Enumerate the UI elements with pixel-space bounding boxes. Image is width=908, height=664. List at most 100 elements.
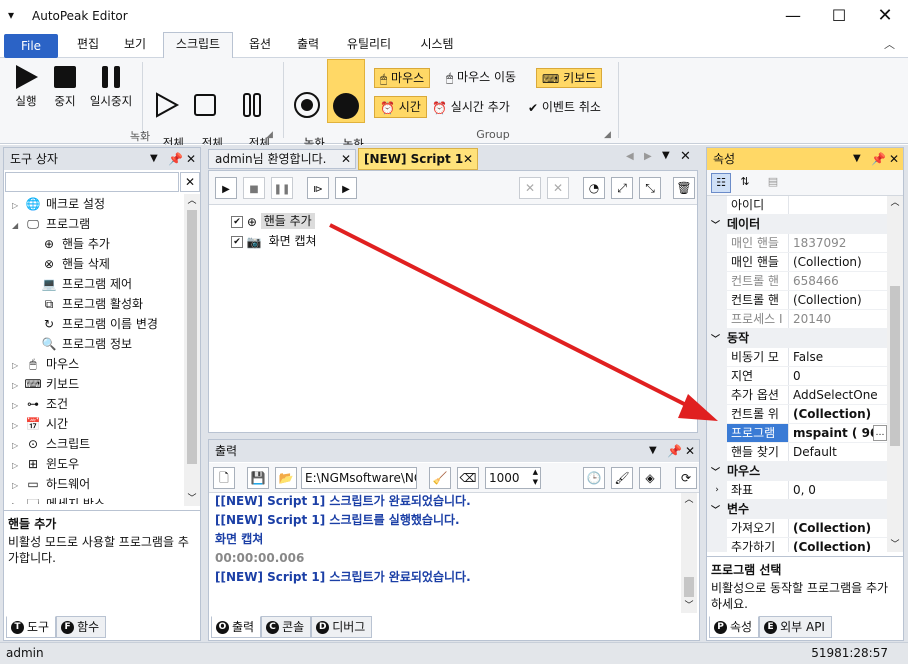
toolbox-item[interactable]: ▷ ⌨ 키보드: [4, 374, 184, 394]
maximize-button[interactable]: ☐: [816, 0, 862, 32]
run-button[interactable]: 실행: [6, 62, 46, 108]
output-refresh-button[interactable]: ⟳: [675, 467, 697, 489]
output-clean-button[interactable]: 🧹: [429, 467, 451, 489]
tab-functions[interactable]: F 함수: [56, 616, 107, 638]
script-node-add-handle[interactable]: ✔ ⊕ 핸들 추가: [231, 211, 315, 231]
property-value[interactable]: False: [789, 348, 887, 366]
menu-utility[interactable]: 유틸리티: [336, 32, 402, 58]
tab-tools[interactable]: T 도구: [6, 616, 57, 638]
toolbox-item[interactable]: ▷ 📅 시간: [4, 414, 184, 434]
expander-icon[interactable]: ▷: [12, 396, 24, 416]
scrollbar-thumb[interactable]: [684, 577, 694, 597]
toolbox-item[interactable]: ▷🗔 메세지 박스: [4, 494, 184, 504]
tab-script1[interactable]: [NEW] Script 1 ✕: [358, 148, 478, 170]
expander-icon[interactable]: ▷: [12, 196, 24, 216]
toolbox-item[interactable]: ⊗ 핸들 삭제: [4, 254, 184, 274]
menu-edit[interactable]: 편집: [66, 32, 110, 58]
output-new-button[interactable]: 🗋: [213, 467, 235, 489]
tab-list-icon[interactable]: ▼: [662, 150, 670, 161]
editor-delete-button[interactable]: 🗑: [673, 177, 695, 199]
menu-script[interactable]: 스크립트: [163, 32, 233, 58]
editor-refresh-button[interactable]: ◔: [583, 177, 605, 199]
expander-icon[interactable]: ◢: [12, 216, 24, 236]
output-brush-button[interactable]: 🖌: [611, 467, 633, 489]
property-value[interactable]: (Collection): [789, 405, 887, 423]
property-value[interactable]: Default: [789, 443, 887, 461]
scroll-tabs-left-icon[interactable]: ◀: [626, 151, 634, 162]
clear-search-button[interactable]: ✕: [180, 172, 200, 192]
property-pages-button[interactable]: ▤: [763, 173, 783, 193]
stop-button[interactable]: 중지: [46, 62, 84, 108]
expander-icon[interactable]: ▷: [12, 416, 24, 436]
scrollbar-thumb[interactable]: [890, 286, 900, 446]
property-row[interactable]: 매인 핸들 (Collection): [707, 253, 887, 272]
property-row[interactable]: 매인 핸들 1837092: [707, 234, 887, 253]
property-category[interactable]: ﹀ 데이터: [707, 215, 887, 234]
menu-view[interactable]: 보기: [113, 32, 157, 58]
time-toggle[interactable]: ⏰ 시간: [374, 96, 427, 118]
editor-step-button[interactable]: ⧐: [307, 177, 329, 199]
output-path-input[interactable]: E:\NGMsoftware\NG: [301, 467, 417, 489]
output-open-button[interactable]: 📂: [275, 467, 297, 489]
property-category[interactable]: ﹀ 마우스: [707, 462, 887, 481]
editor-collapse-button[interactable]: ⤡: [639, 177, 661, 199]
property-row[interactable]: 프로세스 I 20140: [707, 310, 887, 329]
close-doc-icon[interactable]: ✕: [680, 149, 691, 164]
property-category[interactable]: ﹀ 동작: [707, 329, 887, 348]
close-tab-icon[interactable]: ✕: [463, 149, 473, 169]
dropdown-icon[interactable]: ▼: [150, 148, 158, 170]
editor-remove-button[interactable]: ✕: [519, 177, 541, 199]
close-icon[interactable]: ✕: [889, 148, 899, 170]
record-stop-button[interactable]: 녹화 중지: [327, 59, 365, 165]
toolbox-item[interactable]: ▷ ⊞ 윈도우: [4, 454, 184, 474]
dropdown-icon[interactable]: ▼: [649, 440, 657, 462]
property-row[interactable]: 추가 옵션 AddSelectOne: [707, 386, 887, 405]
property-value[interactable]: 0: [789, 367, 887, 385]
realtime-add-toggle[interactable]: ⏰ 실시간 추가: [432, 97, 510, 117]
toolbox-item[interactable]: ▷ ⊙ 스크립트: [4, 434, 184, 454]
property-value[interactable]: AddSelectOne: [789, 386, 887, 404]
tab-external-api[interactable]: E 외부 API: [759, 616, 832, 638]
property-value[interactable]: (Collection): [789, 291, 887, 309]
editor-expand-button[interactable]: ⤢: [611, 177, 633, 199]
property-row[interactable]: 컨트롤 위 (Collection): [707, 405, 887, 424]
output-scrollbar[interactable]: ︿ ﹀: [681, 493, 697, 613]
editor-remove-all-button[interactable]: ✕: [547, 177, 569, 199]
editor-pause-button[interactable]: ❚❚: [271, 177, 293, 199]
property-value[interactable]: mspaint ( 960: [789, 424, 873, 442]
scrollbar-thumb[interactable]: [187, 210, 197, 464]
ellipsis-button[interactable]: …: [873, 425, 887, 441]
editor-stop-button[interactable]: ■: [243, 177, 265, 199]
script-node-screen-capture[interactable]: ✔ 📷 화면 캡쳐: [231, 231, 320, 251]
menu-system[interactable]: 시스템: [408, 32, 466, 58]
expander-icon[interactable]: ▷: [12, 376, 24, 396]
property-row[interactable]: 프로그램mspaint ( 960…: [707, 424, 887, 443]
toolbox-item[interactable]: ▷ 🌐 매크로 설정: [4, 194, 184, 214]
property-value[interactable]: (Collection): [789, 253, 887, 271]
pin-icon[interactable]: 📌: [168, 148, 183, 170]
toolbox-item[interactable]: ▷ 🖱 마우스: [4, 354, 184, 374]
close-icon[interactable]: ✕: [186, 148, 196, 170]
output-time-button[interactable]: 🕒: [583, 467, 605, 489]
stepper-arrows-icon[interactable]: ▲ ▼: [533, 467, 538, 487]
close-button[interactable]: ✕: [862, 0, 908, 32]
output-fill-button[interactable]: ◈: [639, 467, 661, 489]
file-menu[interactable]: File: [4, 34, 58, 58]
output-eraser-button[interactable]: ⌫: [457, 467, 479, 489]
toolbox-item[interactable]: ⊕ 핸들 추가: [4, 234, 184, 254]
property-value[interactable]: [789, 196, 887, 214]
property-row[interactable]: 컨트롤 핸 (Collection): [707, 291, 887, 310]
property-row[interactable]: 가져오기 (Collection): [707, 519, 887, 538]
toolbox-item[interactable]: ⧉ 프로그램 활성화: [4, 294, 184, 314]
editor-play-button[interactable]: ▶: [215, 177, 237, 199]
property-row[interactable]: 컨트롤 핸 658466: [707, 272, 887, 291]
checkbox-checked[interactable]: ✔: [231, 215, 243, 228]
toolbox-item[interactable]: 💻 프로그램 제어: [4, 274, 184, 294]
close-tab-icon[interactable]: ✕: [341, 150, 351, 168]
property-row[interactable]: 비동기 모 False: [707, 348, 887, 367]
property-row[interactable]: 핸들 찾기 Default: [707, 443, 887, 462]
property-row[interactable]: › 좌표 0, 0: [707, 481, 887, 500]
expander-icon[interactable]: ▷: [12, 496, 24, 504]
close-icon[interactable]: ✕: [685, 440, 695, 462]
categorized-view-button[interactable]: ☷: [711, 173, 731, 193]
